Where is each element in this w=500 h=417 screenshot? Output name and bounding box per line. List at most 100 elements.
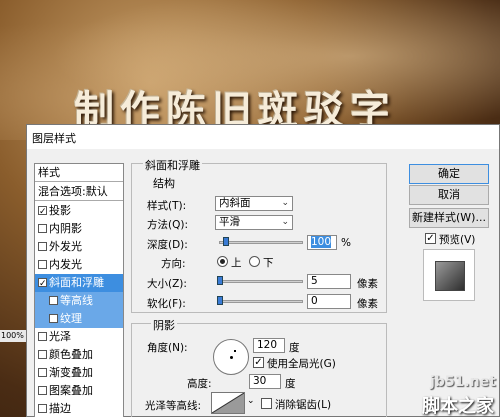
style-item-drop-shadow[interactable]: 投影 [35, 202, 123, 221]
style-item-gradient-overlay[interactable]: 渐变叠加 [35, 364, 123, 382]
depth-slider-thumb[interactable] [223, 237, 229, 246]
angle-unit: 度 [289, 342, 300, 354]
soften-slider-track[interactable] [219, 300, 303, 303]
style-item-outer-glow[interactable]: 外发光 [35, 238, 123, 256]
satin-checkbox[interactable] [38, 332, 47, 341]
altitude-input[interactable]: 30 [249, 374, 281, 389]
antialias-checkbox[interactable] [261, 398, 272, 409]
dialog-titlebar: 图层样式 [27, 125, 499, 149]
style-item-label: 斜面和浮雕 [49, 276, 104, 289]
watermark-brand: 脚本之家 [422, 396, 494, 417]
style-item-bevel-emboss[interactable]: 斜面和浮雕 [35, 274, 123, 293]
depth-unit: % [341, 237, 351, 249]
angle-value: 120 [257, 339, 278, 351]
gloss-contour-picker[interactable] [211, 392, 245, 414]
global-light-checkbox[interactable]: ✓ [253, 357, 264, 368]
chevron-down-icon: ⌄ [281, 198, 289, 208]
dialog-title: 图层样式 [32, 132, 76, 145]
direction-label: 方向: [161, 258, 186, 270]
inner-shadow-checkbox[interactable] [38, 224, 47, 233]
style-item-texture[interactable]: 纹理 [35, 310, 123, 328]
shading-group-title: 阴影 [151, 317, 177, 333]
style-preview-swatch [423, 249, 475, 301]
chevron-down-icon[interactable]: ⌄ [247, 396, 255, 406]
soften-slider-thumb[interactable] [217, 296, 223, 305]
soften-label: 软化(F): [147, 298, 186, 310]
direction-up-radio[interactable] [217, 256, 228, 267]
ok-button[interactable]: 确定 [409, 164, 489, 184]
style-item-label: 颜色叠加 [49, 348, 93, 361]
style-item-label: 外发光 [49, 240, 82, 253]
style-item-inner-glow[interactable]: 内发光 [35, 256, 123, 274]
angle-label: 角度(N): [147, 342, 188, 354]
angle-input[interactable]: 120 [253, 338, 285, 353]
style-item-label: 等高线 [60, 294, 93, 307]
depth-input[interactable]: 100 [307, 235, 337, 250]
depth-slider-track[interactable] [219, 241, 303, 244]
style-label: 样式(T): [147, 200, 187, 212]
style-item-satin[interactable]: 光泽 [35, 328, 123, 346]
style-item-label: 光泽 [49, 330, 71, 343]
outer-glow-checkbox[interactable] [38, 242, 47, 251]
style-list: 样式 混合选项:默认 投影 内阴影 外发光 内发光 斜面和浮雕 等高线 纹理 光… [34, 163, 124, 417]
blend-options-item[interactable]: 混合选项:默认 [35, 183, 123, 201]
size-input[interactable]: 5 [307, 274, 351, 289]
preview-square [435, 261, 465, 291]
bevel-emboss-checkbox[interactable] [38, 275, 47, 293]
bevel-style-value: 内斜面 [219, 197, 251, 209]
contour-checkbox[interactable] [49, 296, 58, 305]
soften-input[interactable]: 0 [307, 294, 351, 309]
style-item-inner-shadow[interactable]: 内阴影 [35, 220, 123, 238]
global-light-label: 使用全局光(G) [267, 358, 336, 370]
size-unit: 像素 [357, 278, 378, 290]
altitude-label: 高度: [187, 378, 212, 390]
color-overlay-checkbox[interactable] [38, 350, 47, 359]
size-slider-track[interactable] [219, 280, 303, 283]
depth-label: 深度(D): [147, 239, 188, 251]
angle-dial-pointer [234, 350, 236, 352]
depth-value: 100 [311, 236, 332, 248]
direction-down-label: 下 [263, 257, 274, 269]
technique-value: 平滑 [219, 216, 240, 228]
size-slider-thumb[interactable] [217, 276, 223, 285]
pattern-overlay-checkbox[interactable] [38, 386, 47, 395]
altitude-unit: 度 [285, 378, 296, 390]
angle-dial-center [230, 356, 233, 359]
chevron-down-icon: ⌄ [281, 217, 289, 227]
soften-value: 0 [311, 295, 318, 307]
technique-select[interactable]: 平滑 ⌄ [215, 215, 293, 230]
direction-up-label: 上 [231, 257, 242, 269]
size-value: 5 [311, 275, 318, 287]
new-style-button[interactable]: 新建样式(W)... [409, 208, 489, 228]
altitude-value: 30 [253, 375, 267, 387]
structure-title: 结构 [151, 175, 177, 191]
style-list-header: 样式 [35, 164, 123, 182]
style-item-label: 纹理 [60, 312, 82, 325]
canvas-title-text: 制作陈旧斑驳字 [74, 87, 396, 134]
inner-glow-checkbox[interactable] [38, 260, 47, 269]
style-item-label: 内发光 [49, 258, 82, 271]
style-item-contour[interactable]: 等高线 [35, 292, 123, 310]
style-item-color-overlay[interactable]: 颜色叠加 [35, 346, 123, 364]
direction-down-radio[interactable] [249, 256, 260, 267]
stroke-checkbox[interactable] [38, 404, 47, 413]
antialias-label: 消除锯齿(L) [275, 399, 332, 411]
layer-style-dialog: 图层样式 样式 混合选项:默认 投影 内阴影 外发光 内发光 斜面和浮雕 等高线… [26, 124, 500, 417]
cancel-button[interactable]: 取消 [409, 185, 489, 205]
style-item-stroke[interactable]: 描边 [35, 400, 123, 417]
preview-label: 预览(V) [439, 234, 476, 246]
style-item-label: 渐变叠加 [49, 366, 93, 379]
contour-curve-icon [211, 392, 245, 414]
technique-label: 方法(Q): [147, 219, 188, 231]
style-item-label: 描边 [49, 402, 71, 415]
preview-checkbox[interactable]: ✓ [425, 233, 436, 244]
style-item-pattern-overlay[interactable]: 图案叠加 [35, 382, 123, 400]
bevel-style-select[interactable]: 内斜面 ⌄ [215, 196, 293, 211]
gradient-overlay-checkbox[interactable] [38, 368, 47, 377]
drop-shadow-checkbox[interactable] [38, 203, 47, 221]
style-item-label: 图案叠加 [49, 384, 93, 397]
zoom-level: 100% [0, 330, 26, 342]
bevel-group-title: 斜面和浮雕 [143, 157, 202, 173]
angle-dial[interactable] [213, 339, 249, 375]
texture-checkbox[interactable] [49, 314, 58, 323]
